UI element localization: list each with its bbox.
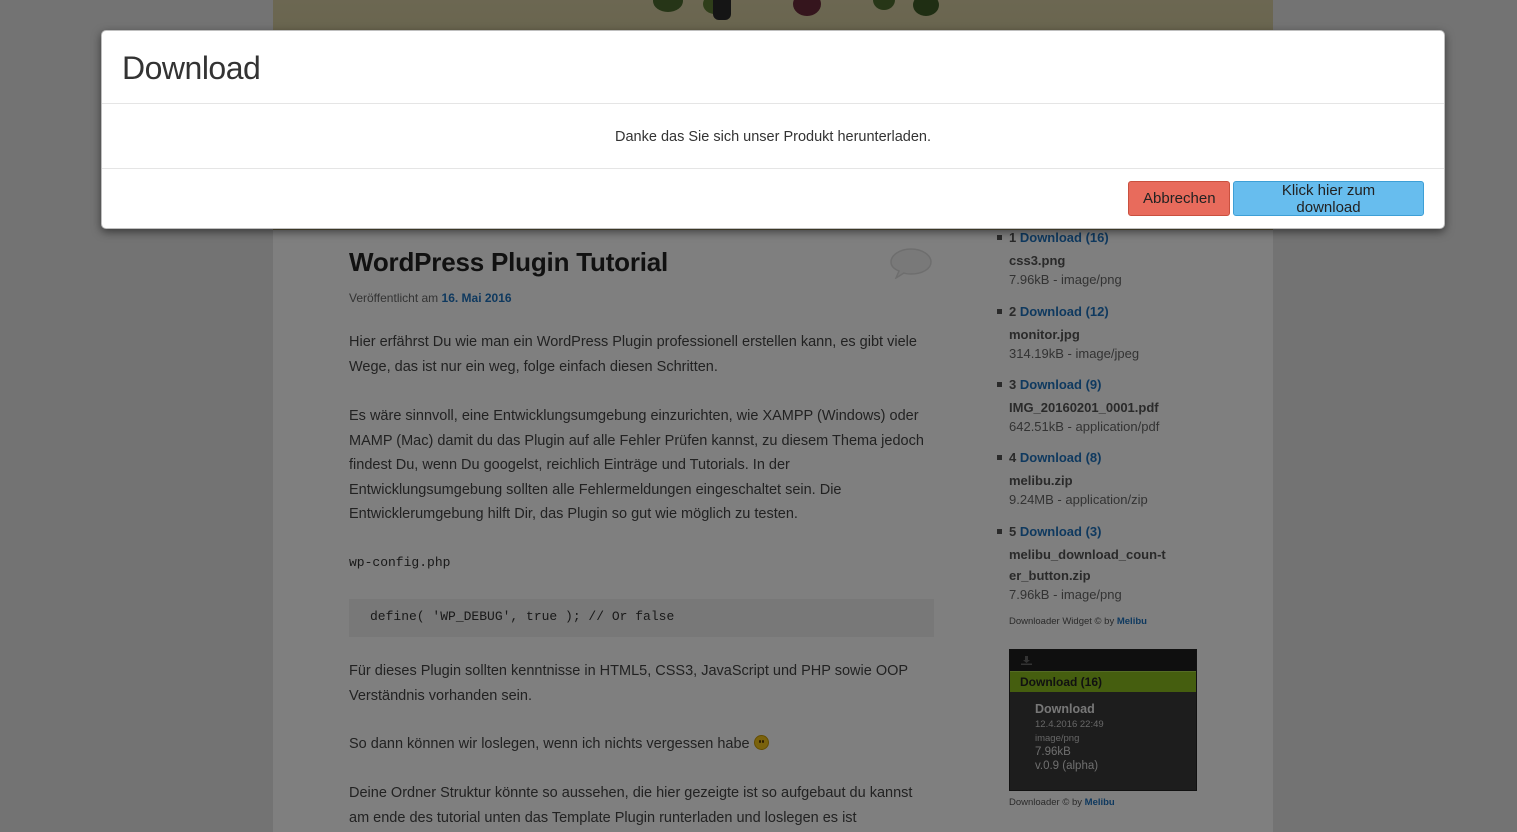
- download-button[interactable]: Klick hier zum download: [1233, 181, 1424, 216]
- download-modal: Download Danke das Sie sich unser Produk…: [101, 30, 1445, 229]
- modal-title: Download: [122, 50, 261, 86]
- modal-body: Danke das Sie sich unser Produkt herunte…: [102, 104, 1444, 169]
- modal-header: Download: [102, 31, 1444, 104]
- modal-footer: Abbrechen Klick hier zum download: [102, 169, 1444, 229]
- modal-message: Danke das Sie sich unser Produkt herunte…: [615, 129, 931, 145]
- cancel-button[interactable]: Abbrechen: [1128, 181, 1230, 216]
